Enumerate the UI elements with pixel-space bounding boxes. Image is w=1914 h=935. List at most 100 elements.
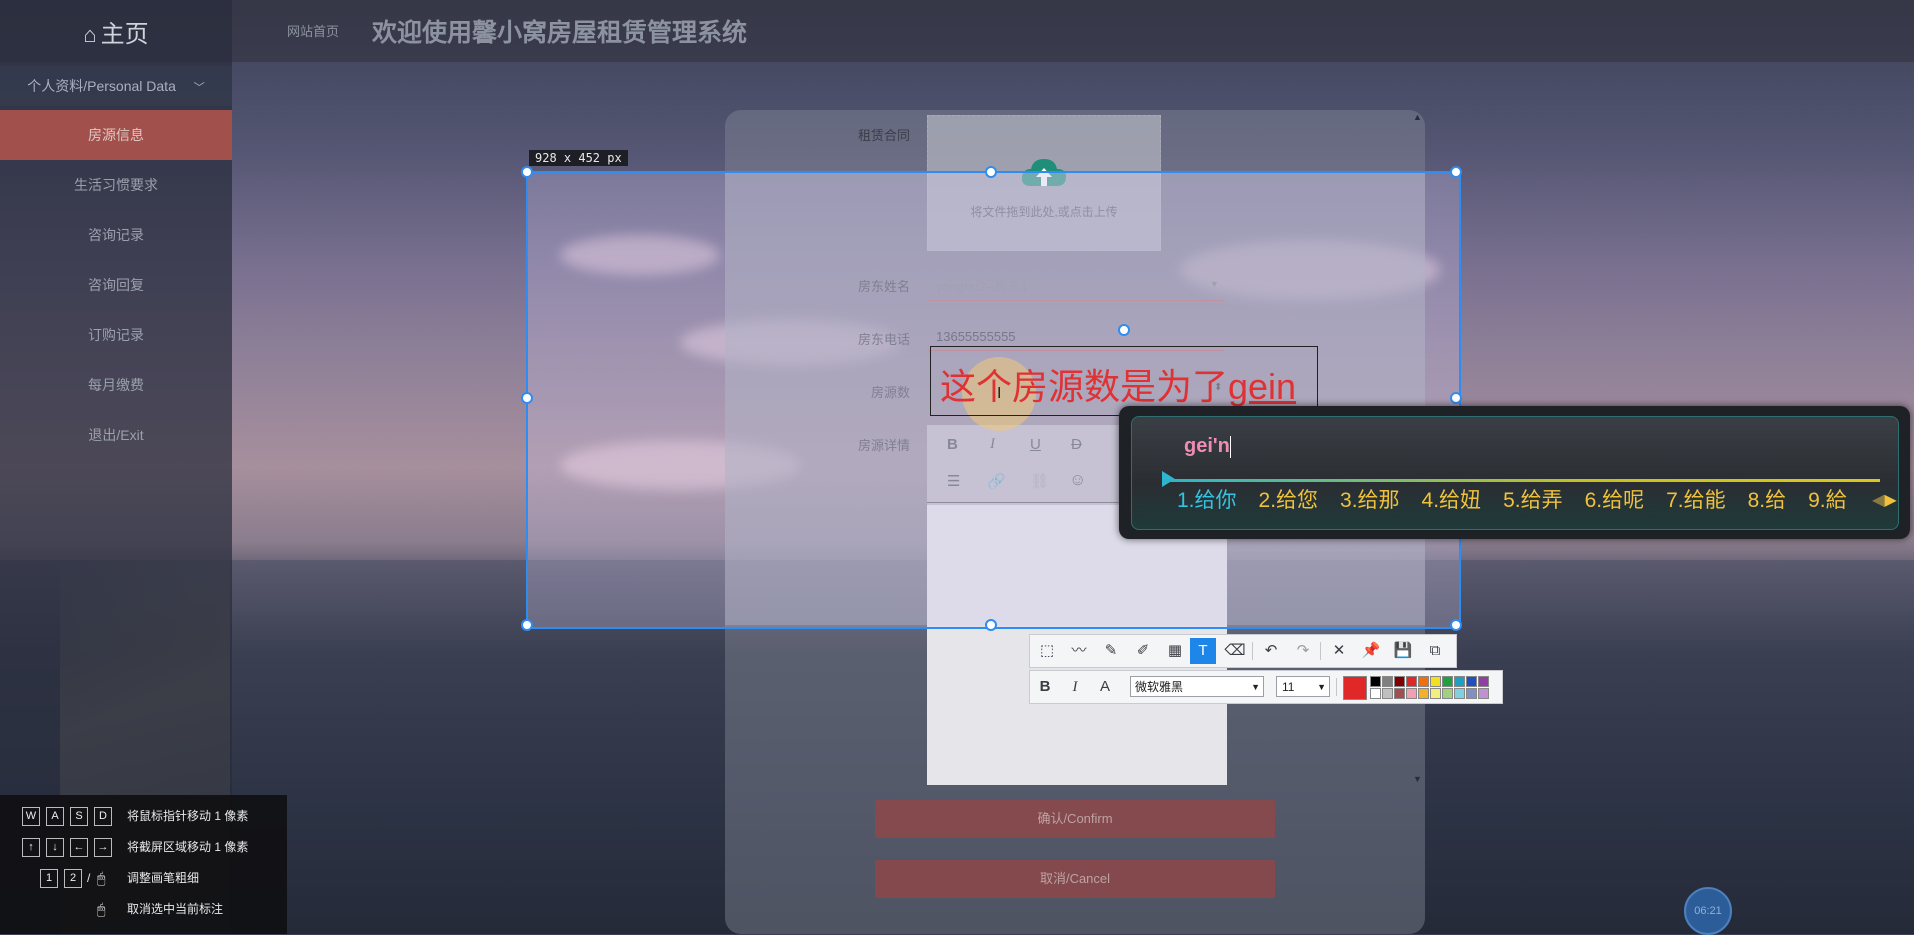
copy-icon[interactable]: ⧉ xyxy=(1422,638,1448,664)
redo-icon[interactable]: ↷ xyxy=(1290,638,1316,664)
mouse-icon: 🖱 xyxy=(97,870,106,886)
sidebar-item-house-info[interactable]: 房源信息 xyxy=(0,110,232,160)
sidebar-item-monthly-fees[interactable]: 每月缴费 xyxy=(0,360,232,410)
color-swatch[interactable] xyxy=(1370,676,1381,687)
hint-row: 1 2 / 🖱 调整画笔粗细 xyxy=(0,867,287,889)
ime-composition-text: gei'n xyxy=(1184,435,1230,457)
home-label: 主页 xyxy=(100,21,149,48)
ime-candidate[interactable]: 6.给呢 xyxy=(1585,489,1645,512)
resize-handle[interactable] xyxy=(521,166,533,178)
color-swatch[interactable] xyxy=(1394,688,1405,699)
key-cap: ↑ xyxy=(22,838,40,857)
text-outline-icon[interactable]: A xyxy=(1092,674,1118,700)
sidebar-item-label: 订购记录 xyxy=(88,327,144,343)
color-swatch[interactable] xyxy=(1418,676,1429,687)
bold-icon[interactable]: B xyxy=(1032,674,1058,700)
sidebar-item-label: 每月缴费 xyxy=(88,377,144,393)
color-swatch[interactable] xyxy=(1466,688,1477,699)
color-swatch[interactable] xyxy=(1370,688,1381,699)
color-swatch[interactable] xyxy=(1454,688,1465,699)
color-swatch[interactable] xyxy=(1454,676,1465,687)
ime-prev-page-icon[interactable]: ◀ xyxy=(1872,492,1884,509)
color-swatch[interactable] xyxy=(1466,676,1477,687)
mouse-icon: 🖱 xyxy=(97,901,106,917)
ime-candidate[interactable]: 5.给弄 xyxy=(1503,489,1563,512)
ime-candidate[interactable]: 1.给你 xyxy=(1177,489,1237,512)
resize-handle[interactable] xyxy=(1450,392,1462,404)
shape-tool-icon[interactable]: ⬚ xyxy=(1034,638,1060,664)
text-tool-icon[interactable]: T xyxy=(1190,638,1216,664)
menu-group-personal-data[interactable]: 个人资料/Personal Data ﹀ xyxy=(0,66,232,106)
color-swatch[interactable] xyxy=(1442,676,1453,687)
ime-composition: gei'n xyxy=(1184,435,1231,458)
toolbar-separator xyxy=(1320,642,1321,660)
ime-candidates: 1.给你 2.给您 3.给那 4.给妞 5.给弄 6.给呢 7.给能 8.给 9.給 xyxy=(1177,484,1869,514)
home-link[interactable]: ⌂ 主页 xyxy=(0,14,232,49)
sidebar-item-consult-replies[interactable]: 咨询回复 xyxy=(0,260,232,310)
resize-handle[interactable] xyxy=(985,166,997,178)
mosaic-tool-icon[interactable]: ▦ xyxy=(1162,638,1188,664)
color-swatch[interactable] xyxy=(1382,688,1393,699)
resize-handle[interactable] xyxy=(521,392,533,404)
hint-text: 调整画笔粗细 xyxy=(127,871,200,885)
polyline-tool-icon[interactable]: 〰 xyxy=(1066,638,1092,664)
color-swatch[interactable] xyxy=(1478,688,1489,699)
save-icon[interactable]: 💾 xyxy=(1390,638,1416,664)
cancel-button[interactable]: 取消/Cancel xyxy=(875,860,1275,898)
scroll-up-arrow-icon[interactable]: ▲ xyxy=(1413,112,1422,122)
ime-candidate[interactable]: 8.给 xyxy=(1748,489,1787,512)
toolbar-separator xyxy=(1252,642,1253,660)
undo-icon[interactable]: ↶ xyxy=(1258,638,1284,664)
recording-timer[interactable]: 06:21 xyxy=(1684,887,1732,935)
sidebar-item-consult-records[interactable]: 咨询记录 xyxy=(0,210,232,260)
color-swatch[interactable] xyxy=(1394,676,1405,687)
annotation-rotate-handle[interactable] xyxy=(1118,324,1130,336)
resize-handle[interactable] xyxy=(1450,166,1462,178)
close-icon[interactable]: ✕ xyxy=(1326,638,1352,664)
color-swatch[interactable] xyxy=(1382,676,1393,687)
color-swatch[interactable] xyxy=(1442,688,1453,699)
sidebar: ⌂ 主页 个人资料/Personal Data ﹀ 房源信息 生活习惯要求 咨询记… xyxy=(0,0,232,934)
home-icon: ⌂ xyxy=(83,22,97,47)
key-cap: 1 xyxy=(40,869,58,888)
color-swatch[interactable] xyxy=(1418,688,1429,699)
sidebar-item-exit[interactable]: 退出/Exit xyxy=(0,410,232,460)
sidebar-item-orders[interactable]: 订购记录 xyxy=(0,310,232,360)
text-annotation[interactable]: 这个房源数是为了gein xyxy=(940,358,1296,410)
color-swatch[interactable] xyxy=(1406,688,1417,699)
color-swatch[interactable] xyxy=(1406,676,1417,687)
sidebar-item-label: 房源信息 xyxy=(88,127,144,143)
breadcrumb[interactable]: 网站首页 xyxy=(287,21,339,40)
resize-handle[interactable] xyxy=(521,619,533,631)
pin-icon[interactable]: 📌 xyxy=(1358,638,1384,664)
scroll-down-arrow-icon[interactable]: ▼ xyxy=(1413,774,1422,784)
ime-candidate[interactable]: 7.给能 xyxy=(1666,489,1726,512)
color-swatch[interactable] xyxy=(1478,676,1489,687)
color-swatch[interactable] xyxy=(1430,676,1441,687)
eraser-tool-icon[interactable]: ⌫ xyxy=(1222,638,1248,664)
font-family-select[interactable]: 微软雅黑 ▼ xyxy=(1130,676,1264,697)
font-size-select[interactable]: 11 ▼ xyxy=(1276,676,1330,697)
selection-size-label: 928 x 452 px xyxy=(529,150,628,166)
ime-candidate[interactable]: 9.給 xyxy=(1808,489,1847,512)
color-swatch[interactable] xyxy=(1430,688,1441,699)
chevron-down-icon: ▼ xyxy=(1251,682,1260,692)
ime-next-page-icon[interactable]: ▶ xyxy=(1884,492,1896,509)
italic-icon[interactable]: I xyxy=(1062,674,1088,700)
ime-candidate[interactable]: 2.给您 xyxy=(1259,489,1319,512)
ime-page-arrows: ◀▶ xyxy=(1872,490,1897,510)
sidebar-item-label: 咨询回复 xyxy=(88,277,144,293)
sidebar-item-living-habits[interactable]: 生活习惯要求 xyxy=(0,160,232,210)
annotation-text-committed: 这个房源数是为了 xyxy=(940,366,1229,407)
current-color-swatch[interactable] xyxy=(1343,676,1367,700)
key-cap: 2 xyxy=(64,869,82,888)
ime-candidate[interactable]: 4.给妞 xyxy=(1422,489,1482,512)
resize-handle[interactable] xyxy=(1450,619,1462,631)
confirm-button[interactable]: 确认/Confirm xyxy=(875,800,1275,838)
pen-tool-icon[interactable]: ✎ xyxy=(1098,638,1124,664)
ime-panel: gei'n 1.给你 2.给您 3.给那 4.给妞 5.给弄 6.给呢 7.给能 8.给 9.給… xyxy=(1131,416,1899,530)
resize-handle[interactable] xyxy=(985,619,997,631)
ime-candidate[interactable]: 3.给那 xyxy=(1340,489,1400,512)
toolbar-separator xyxy=(1336,678,1337,696)
highlighter-tool-icon[interactable]: ✐ xyxy=(1130,638,1156,664)
